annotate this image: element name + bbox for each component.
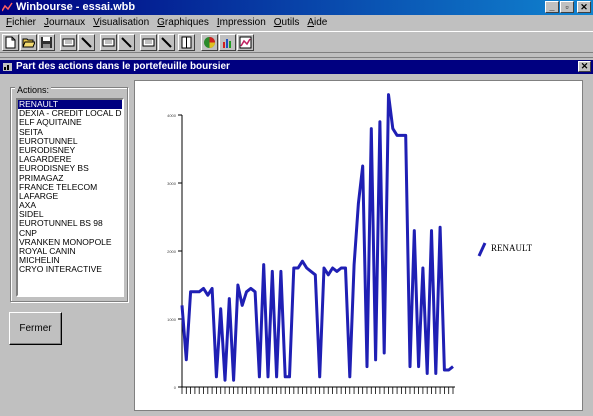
y-tick-label: 3000 (167, 181, 177, 186)
pen-3-icon (161, 37, 172, 48)
edit-3-button[interactable] (158, 34, 175, 51)
menu-graphiques[interactable]: Graphiques (153, 16, 213, 29)
save-disk-icon (41, 37, 52, 48)
y-tick-label: 4000 (167, 113, 177, 118)
journal-button[interactable] (60, 34, 77, 51)
book-icon (181, 36, 192, 49)
menu-outils[interactable]: Outils (270, 16, 304, 29)
fermer-button[interactable]: Fermer (9, 312, 62, 345)
y-tick-label: 0 (174, 385, 177, 390)
menu-impression[interactable]: Impression (213, 16, 270, 29)
menu-bar: Fichier Journaux Visualisation Graphique… (0, 15, 593, 30)
chart-options-icon (239, 36, 252, 49)
journal-3-button[interactable] (140, 34, 157, 51)
new-doc-icon (5, 36, 16, 49)
pie-chart-icon (204, 37, 215, 48)
menu-fichier[interactable]: Fichier (2, 16, 40, 29)
minimize-button[interactable]: _ (545, 1, 559, 13)
restore-button[interactable]: ▫ (560, 1, 574, 13)
edit-journal-2-icon (102, 38, 115, 47)
portfolio-dialog: Part des actions dans le portefeuille bo… (0, 57, 593, 416)
journal-2-button[interactable] (100, 34, 117, 51)
legend-label: RENAULT (491, 243, 533, 253)
open-button[interactable] (20, 34, 37, 51)
pen-2-icon (121, 37, 132, 48)
legend-swatch (477, 242, 487, 257)
dialog-titlebar: Part des actions dans le portefeuille bo… (0, 60, 593, 74)
menu-visualisation[interactable]: Visualisation (89, 16, 153, 29)
series-line-renault (180, 93, 454, 382)
toolbar (0, 31, 593, 53)
line-chart: 0 1000 2000 3000 4000 RENAULT (167, 93, 533, 394)
bar-chart-icon (223, 39, 231, 48)
window-titlebar: Winbourse - essai.wbb _ ▫ ✕ (0, 0, 593, 15)
actions-group: Actions: RENAULT DEXIA - CREDIT LOCAL DE E… (10, 85, 128, 302)
menu-aide[interactable]: Aide (303, 16, 331, 29)
list-item[interactable]: CRYO INTERACTIVE (18, 265, 122, 274)
save-button[interactable] (38, 34, 55, 51)
dialog-chart-icon (3, 63, 12, 71)
app-chart-icon (2, 2, 13, 12)
y-tick-label: 1000 (167, 317, 177, 322)
pie-chart-button[interactable] (201, 34, 218, 51)
window-title: Winbourse - essai.wbb (16, 1, 136, 13)
chart-panel: 0 1000 2000 3000 4000 RENAULT (134, 80, 583, 411)
edit-2-button[interactable] (118, 34, 135, 51)
close-button[interactable]: ✕ (577, 1, 591, 13)
chart-options-button[interactable] (237, 34, 254, 51)
menu-journaux[interactable]: Journaux (40, 16, 89, 29)
new-document-button[interactable] (2, 34, 19, 51)
edit-button[interactable] (78, 34, 95, 51)
edit-journal-icon (62, 38, 75, 47)
actions-label: Actions: (15, 85, 52, 95)
pen-icon (81, 37, 92, 48)
dialog-close-button[interactable]: ✕ (578, 61, 591, 72)
dialog-title: Part des actions dans le portefeuille bo… (16, 61, 230, 72)
bar-chart-button[interactable] (219, 34, 236, 51)
edit-journal-3-icon (142, 38, 155, 47)
y-tick-label: 2000 (167, 249, 177, 254)
open-folder-icon (22, 38, 35, 48)
book-button[interactable] (178, 34, 195, 51)
actions-listbox[interactable]: RENAULT DEXIA - CREDIT LOCAL DE ELF AQUITA… (16, 98, 124, 297)
